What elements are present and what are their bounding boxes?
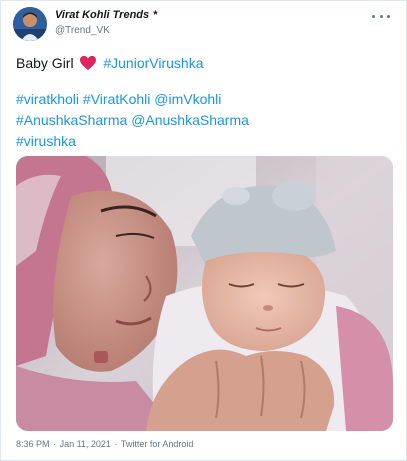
tweet-time[interactable]: 8:36 PM — [16, 439, 50, 449]
tweet-source[interactable]: Twitter for Android — [121, 439, 194, 449]
hashtag-link[interactable]: #viratkholi — [16, 91, 79, 107]
tweet-text-line-4: #virushka — [16, 131, 394, 152]
avatar-image — [13, 7, 47, 41]
hashtag-link[interactable]: #JuniorVirushka — [103, 55, 203, 71]
hashtag-link[interactable]: #AnushkaSharma — [16, 112, 127, 128]
author-name-star: * — [153, 9, 158, 21]
meta-separator: · — [53, 439, 57, 449]
heart-emoji-icon — [80, 55, 97, 71]
hashtag-link[interactable]: #ViratKohli — [83, 91, 150, 107]
author-display-name[interactable]: Virat Kohli Trends * — [55, 9, 157, 22]
tweet-text-line-1: Baby Girl #JuniorVirushka — [16, 53, 394, 74]
photo-newborn-with-mother — [16, 156, 393, 431]
tweet-header: Virat Kohli Trends * @Trend_VK — [13, 5, 398, 41]
tweet-text-line-3: #AnushkaSharma @AnushkaSharma — [16, 110, 394, 131]
tweet-text-phrase: Baby Girl — [16, 55, 74, 71]
tweet-card[interactable]: Virat Kohli Trends * @Trend_VK Baby Girl… — [0, 0, 407, 461]
more-dot — [379, 14, 383, 18]
meta-separator: · — [114, 439, 118, 449]
mention-link[interactable]: @AnushkaSharma — [131, 112, 249, 128]
mention-link[interactable]: @imVkohli — [154, 91, 221, 107]
tweet-text-line-2: #viratkholi #ViratKohli @imVkohli — [16, 89, 394, 110]
tweet-photo[interactable] — [16, 156, 393, 431]
tweet-text: Baby Girl #JuniorVirushka #viratkholi #V… — [16, 53, 394, 152]
author-display-name-text: Virat Kohli Trends — [55, 9, 150, 21]
author-handle[interactable]: @Trend_VK — [55, 24, 157, 37]
more-dot — [387, 14, 390, 18]
author-names: Virat Kohli Trends * @Trend_VK — [55, 9, 157, 37]
tweet-meta: 8:36 PM · Jan 11, 2021 · Twitter for And… — [16, 439, 193, 449]
more-dot — [372, 14, 375, 18]
hashtag-link[interactable]: #virushka — [16, 133, 76, 149]
tweet-date[interactable]: Jan 11, 2021 — [60, 439, 111, 449]
avatar[interactable] — [13, 7, 47, 41]
more-options-icon[interactable] — [372, 11, 390, 21]
